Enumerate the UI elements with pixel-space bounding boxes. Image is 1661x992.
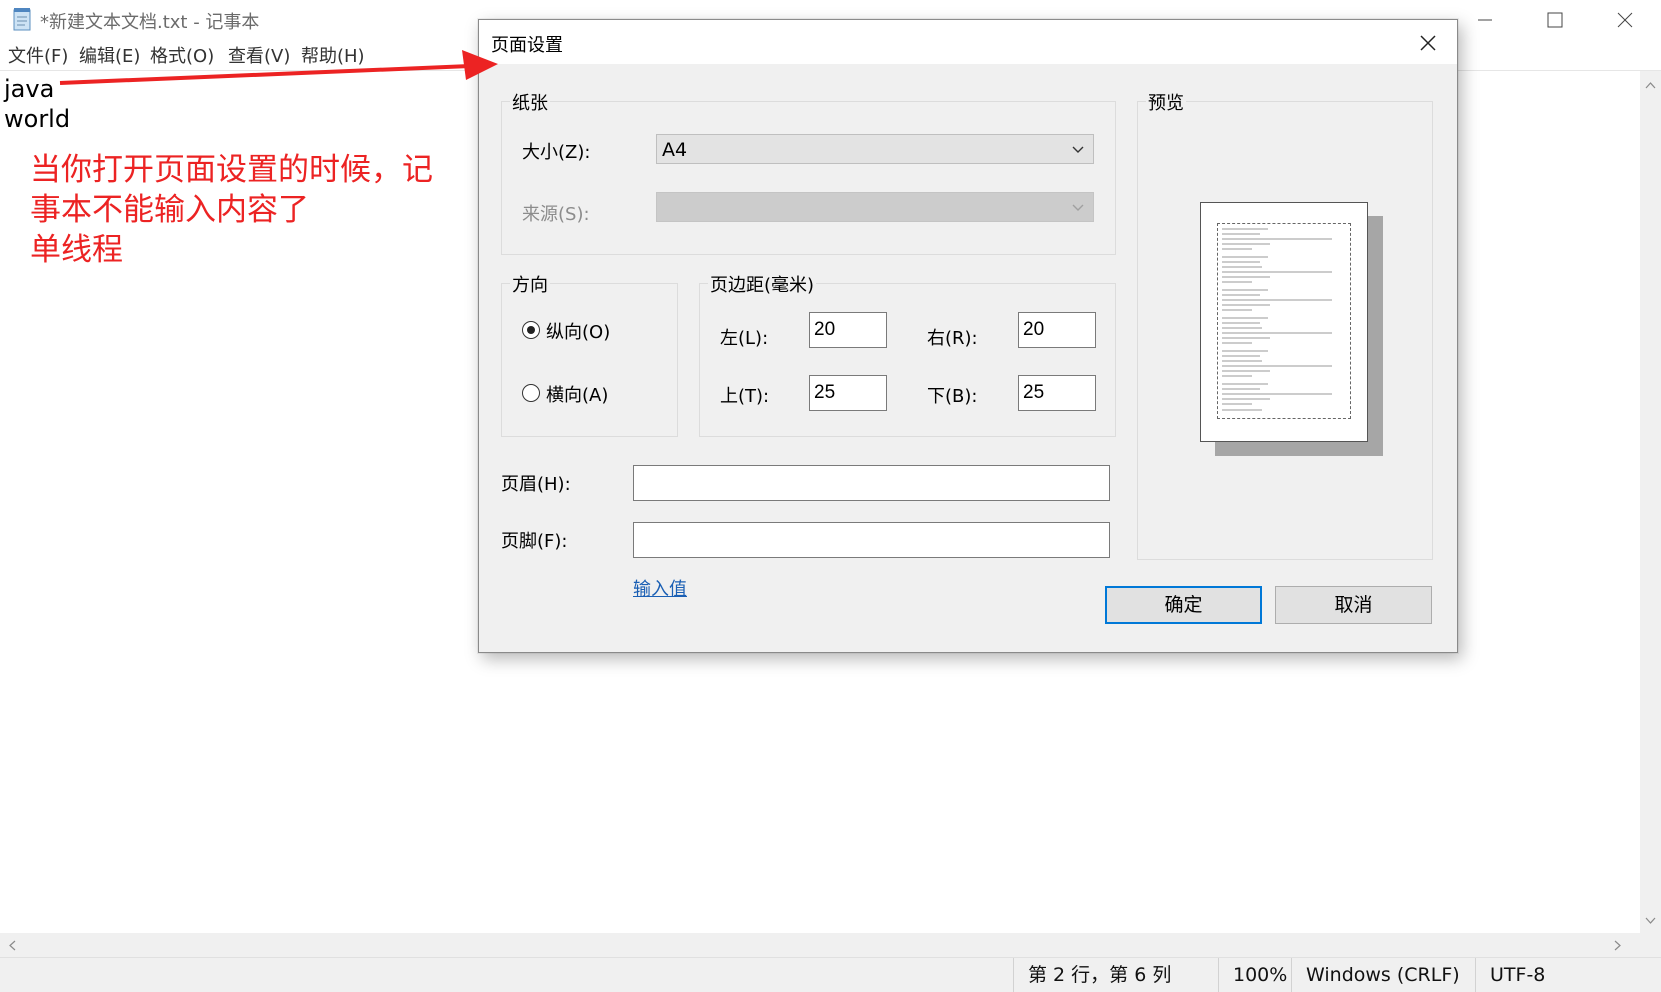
margin-top-label: 上(T):	[720, 386, 770, 407]
cancel-button[interactable]: 取消	[1275, 586, 1432, 624]
footer-input[interactable]	[633, 522, 1110, 558]
menu-file[interactable]: 文件(F)	[8, 42, 68, 68]
margin-right-label: 右(R):	[927, 328, 978, 349]
margin-bottom-input[interactable]	[1018, 375, 1096, 411]
paper-source-label: 来源(S):	[522, 204, 590, 225]
menu-edit[interactable]: 编辑(E)	[79, 42, 140, 68]
input-value-link[interactable]: 输入值	[633, 575, 687, 601]
preview-group-label: 预览	[1146, 89, 1186, 115]
close-window-icon[interactable]	[1590, 0, 1660, 40]
orientation-group: 方向 纵向(O) 横向(A)	[501, 271, 678, 437]
header-label: 页眉(H):	[501, 474, 571, 495]
scroll-up-icon[interactable]	[1645, 81, 1656, 89]
paper-group: 纸张 大小(Z): A4 来源(S):	[501, 89, 1116, 255]
paper-size-label: 大小(Z):	[522, 142, 591, 163]
menu-help[interactable]: 帮助(H)	[301, 42, 365, 68]
status-cursor-position: 第 2 行，第 6 列	[1013, 958, 1171, 992]
horizontal-scrollbar[interactable]	[0, 933, 1640, 957]
margin-top-input[interactable]	[809, 375, 887, 411]
portrait-radio-label[interactable]: 纵向(O)	[546, 318, 610, 344]
preview-page	[1200, 202, 1368, 442]
chevron-down-icon	[1072, 146, 1084, 153]
paper-source-select[interactable]	[656, 192, 1094, 222]
margins-group-label: 页边距(毫米)	[708, 271, 817, 297]
vertical-scrollbar[interactable]	[1640, 71, 1661, 933]
preview-text-lines	[1222, 228, 1332, 411]
paper-size-select[interactable]: A4	[656, 134, 1094, 164]
preview-margin-box	[1217, 223, 1351, 419]
paper-size-value: A4	[662, 139, 688, 161]
portrait-radio-button[interactable]	[522, 321, 540, 339]
landscape-radio[interactable]: 横向(A)	[522, 381, 662, 407]
annotation-text: 当你打开页面设置的时候，记 事本不能输入内容了 单线程	[30, 152, 433, 268]
dialog-titlebar: 页面设置	[479, 20, 1457, 64]
margin-bottom-label: 下(B):	[927, 386, 978, 407]
dialog-title: 页面设置	[491, 35, 563, 56]
status-bar: 第 2 行，第 6 列 100% Windows (CRLF) UTF-8	[0, 957, 1661, 992]
chevron-down-icon	[1072, 204, 1084, 211]
paper-group-label: 纸张	[510, 89, 550, 115]
landscape-radio-button[interactable]	[522, 384, 540, 402]
minimize-icon[interactable]	[1450, 0, 1520, 40]
close-icon[interactable]	[1413, 28, 1443, 58]
maximize-icon[interactable]	[1520, 0, 1590, 40]
portrait-radio[interactable]: 纵向(O)	[522, 318, 662, 344]
status-zoom: 100%	[1218, 958, 1287, 992]
window-title: *新建文本文档.txt - 记事本	[40, 12, 260, 33]
notepad-app-icon	[13, 8, 31, 31]
margin-left-input[interactable]	[809, 312, 887, 348]
status-line-ending: Windows (CRLF)	[1291, 958, 1460, 992]
footer-label: 页脚(F):	[501, 531, 568, 552]
orientation-group-label: 方向	[510, 271, 550, 297]
margins-group: 页边距(毫米) 左(L): 右(R): 上(T): 下(B):	[699, 271, 1116, 437]
scroll-left-icon[interactable]	[8, 940, 16, 951]
editor-line-1[interactable]: java	[4, 74, 54, 104]
margin-right-input[interactable]	[1018, 312, 1096, 348]
menu-format[interactable]: 格式(O)	[150, 42, 214, 68]
margin-left-label: 左(L):	[720, 328, 769, 349]
scroll-down-icon[interactable]	[1645, 917, 1656, 925]
scroll-right-icon[interactable]	[1614, 940, 1622, 951]
menu-view[interactable]: 查看(V)	[228, 42, 290, 68]
editor-line-2[interactable]: world	[4, 104, 70, 134]
landscape-radio-label[interactable]: 横向(A)	[546, 381, 608, 407]
status-encoding: UTF-8	[1475, 958, 1545, 992]
scroll-corner	[1640, 933, 1661, 957]
ok-button[interactable]: 确定	[1105, 586, 1262, 624]
header-input[interactable]	[633, 465, 1110, 501]
